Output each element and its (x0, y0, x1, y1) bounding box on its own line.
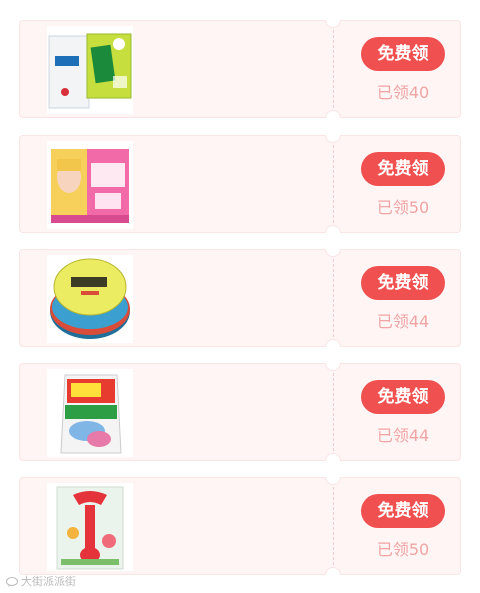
coupon-notch (325, 567, 341, 575)
coupon-notch (325, 20, 341, 28)
coupon-notch (325, 363, 341, 371)
free-claim-button[interactable]: 免费领 (361, 266, 445, 300)
watermark-text: 大街派派街 (21, 575, 76, 588)
coupon-card: 免费领 已领44 (19, 249, 461, 347)
coupon-notch (325, 225, 341, 233)
coupon-card: 免费领 已领50 (19, 477, 461, 575)
coupon-card: 免费领 已领44 (19, 363, 461, 461)
free-claim-button[interactable]: 免费领 (361, 152, 445, 186)
claimed-count: 已领50 (376, 198, 430, 217)
coupon-divider (333, 254, 334, 342)
free-claim-button[interactable]: 免费领 (361, 494, 445, 528)
coupon-card: 免费领 已领50 (19, 135, 461, 233)
claimed-count: 已领40 (376, 83, 430, 102)
claimed-count: 已领50 (376, 540, 430, 559)
coupon-notch (325, 135, 341, 143)
round-tin-cream-icon (47, 255, 133, 343)
coupon-divider (333, 140, 334, 228)
laundry-pouch-icon (47, 369, 133, 457)
red-peeler-icon (47, 483, 133, 571)
claimed-count: 已领44 (376, 312, 430, 331)
watermark: 大街派派街 (6, 575, 76, 589)
coupon-notch (325, 453, 341, 461)
pink-pad-box-icon (47, 141, 133, 229)
dettol-soap-icon (47, 26, 133, 114)
coupon-notch (325, 477, 341, 485)
chat-bubble-icon (6, 577, 18, 587)
coupon-notch (325, 249, 341, 257)
coupon-divider (333, 482, 334, 570)
coupon-divider (333, 25, 334, 113)
coupon-divider (333, 368, 334, 456)
coupon-notch (325, 110, 341, 118)
free-claim-button[interactable]: 免费领 (361, 380, 445, 414)
coupon-notch (325, 339, 341, 347)
coupon-card: 免费领 已领40 (19, 20, 461, 118)
free-claim-button[interactable]: 免费领 (361, 37, 445, 71)
claimed-count: 已领44 (376, 426, 430, 445)
